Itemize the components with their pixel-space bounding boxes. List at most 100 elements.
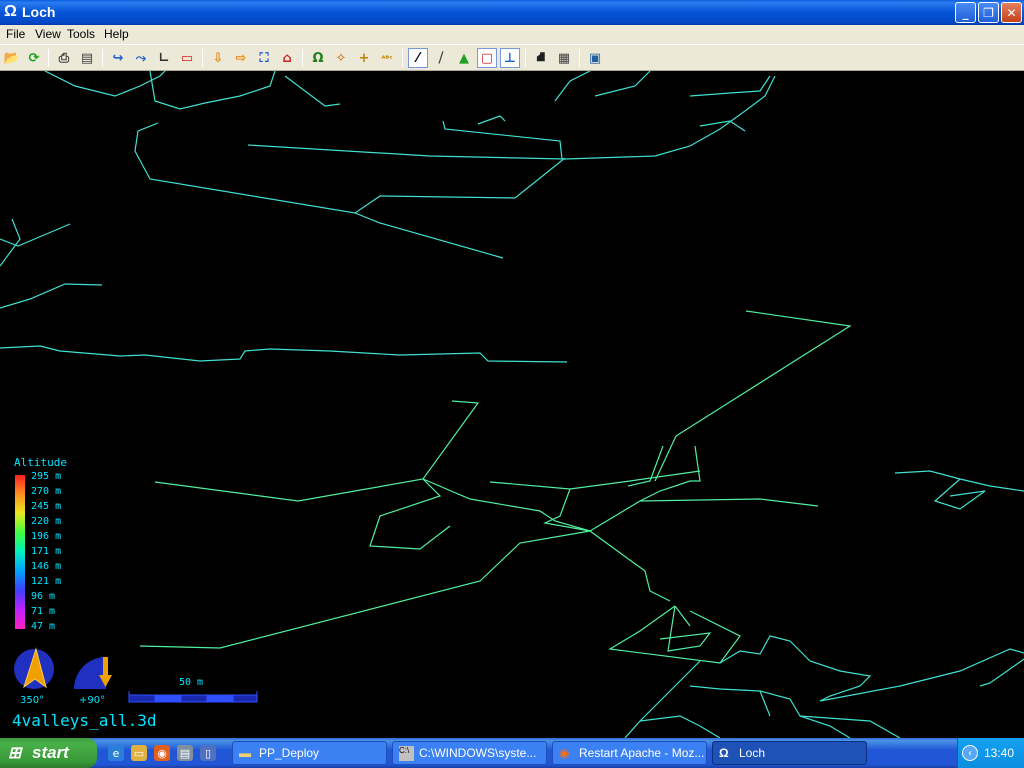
open-icon[interactable]: 📂 [2,48,22,68]
toolbar-separator [402,49,403,67]
firefox-icon[interactable]: ◉ [154,745,170,761]
legend-label: 71 m [31,606,56,617]
clock[interactable]: 13:40 [984,746,1014,760]
task-label: C:\WINDOWS\syste... [419,746,537,760]
tilt-angle: +90° [79,695,106,706]
toolbar-separator [579,49,580,67]
survey-leg [799,715,901,738]
scale-bar [128,691,258,703]
survey-leg [422,478,591,532]
task-pp-deploy[interactable]: ▬ PP_Deploy [232,741,387,765]
survey-leg [589,445,701,532]
folder-icon: ▬ [239,746,251,760]
task-loch[interactable]: Ω Loch [712,741,867,765]
rotate-icon[interactable]: ↪ [108,48,128,68]
survey-leg [0,283,103,309]
survey-leg [354,212,504,259]
menu-view[interactable]: View [33,27,63,41]
window-title: Loch [22,4,56,20]
angle-icon[interactable]: ∟ [154,48,174,68]
menu-file[interactable]: File [4,27,27,41]
fullscreen-icon[interactable]: ▣ [585,48,605,68]
firefox-icon: ◉ [559,746,570,760]
cmd-icon: C:\ [399,746,414,761]
home-view-icon[interactable]: ⌂ [277,48,297,68]
menu-tools[interactable]: Tools [65,27,97,41]
windows-flag-icon: ⊞ [8,745,22,762]
camera-icon[interactable]: ⛘ [531,48,551,68]
station-icon[interactable]: ✧ [331,48,351,68]
survey-leg [639,498,819,507]
survey-leg [594,71,651,97]
survey-centrelines [0,71,1024,738]
close-button[interactable]: ✕ [1001,2,1022,23]
task-cmd[interactable]: C:\ C:\WINDOWS\syste... [392,741,547,765]
label-icon[interactable]: ᴬᴮᶜ [377,48,397,68]
legend-label: 196 m [31,531,62,542]
chevron-left-icon[interactable]: ‹ [962,745,978,761]
maximize-button[interactable]: ❐ [978,2,999,23]
altitude-color-bar [15,475,25,629]
title-bar[interactable]: Ω Loch _ ❐ ✕ [0,0,1024,25]
system-tray: ‹ 13:40 [957,738,1024,768]
notepad-icon[interactable]: ▤ [177,745,193,761]
centreline-icon[interactable]: ⁄ [408,48,428,68]
print-icon[interactable]: ⎙ [54,48,74,68]
app-window: Ω Loch _ ❐ ✕ File View Tools Help 📂 ⟳ ⎙ … [0,0,1024,738]
scale-label: 50 m [179,677,204,688]
survey-leg [0,223,71,247]
survey-leg [247,75,776,160]
3d-viewport[interactable]: Altitude 295 m 270 m 245 m 220 m 196 m 1… [0,71,1024,738]
survey-leg [979,658,1024,687]
fit-view-icon[interactable]: ⛶ [254,48,274,68]
reload-icon[interactable]: ⟳ [24,48,44,68]
ie-icon[interactable]: e [108,745,124,761]
export-icon[interactable]: ▤ [77,48,97,68]
elevation-view-icon[interactable]: ⇨ [231,48,251,68]
survey-leg [608,605,741,664]
toolbar-separator [48,49,49,67]
no-rotate-icon[interactable]: ⤳ [131,48,151,68]
tilt-icon[interactable] [72,655,114,691]
legend-label: 171 m [31,546,62,557]
task-label: PP_Deploy [259,746,320,760]
legend-label: 270 m [31,486,62,497]
stereo-icon[interactable]: ▭ [177,48,197,68]
toolbar-separator [302,49,303,67]
survey-leg [139,530,591,649]
menu-help[interactable]: Help [102,27,131,41]
notes-icon[interactable]: ▦ [554,48,574,68]
compass-icon[interactable] [12,647,56,693]
survey-leg [674,605,691,627]
legend-label: 295 m [31,471,62,482]
menu-bar: File View Tools Help [0,25,1024,44]
survey-leg [654,310,852,482]
task-firefox[interactable]: ◉ Restart Apache - Moz... [552,741,707,765]
omega-icon: Ω [4,3,17,20]
walls-icon[interactable]: ⧸ [431,48,451,68]
survey-leg [759,690,771,717]
legend-label: 47 m [31,621,56,632]
legend-title: Altitude [14,456,67,469]
cross-icon[interactable]: + [354,48,374,68]
legend-label: 146 m [31,561,62,572]
survey-leg [699,120,746,132]
compass-bearing: 350° [20,695,45,706]
scale-icon[interactable]: ⊥ [500,48,520,68]
legend-label: 220 m [31,516,62,527]
survey-leg [489,470,701,490]
minimize-button[interactable]: _ [955,2,976,23]
document-icon[interactable]: ▯ [200,745,216,761]
survey-leg [554,71,591,102]
entrance-icon[interactable]: Ω [308,48,328,68]
explorer-icon[interactable]: ▭ [131,745,147,761]
omega-icon: Ω [719,746,729,760]
survey-leg [639,715,721,738]
survey-leg [624,660,701,738]
surface-icon[interactable]: ▲ [454,48,474,68]
plan-view-icon[interactable]: ⇩ [208,48,228,68]
start-button[interactable]: ⊞ start [0,738,97,768]
box-icon[interactable]: ▢ [477,48,497,68]
survey-leg [659,605,712,652]
survey-leg [0,345,568,363]
